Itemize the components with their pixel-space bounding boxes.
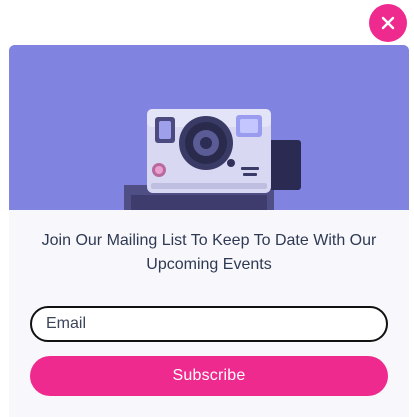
email-field-wrapper bbox=[30, 306, 388, 342]
close-button[interactable] bbox=[369, 4, 407, 42]
popup-overlay: Join Our Mailing List To Keep To Date Wi… bbox=[0, 0, 414, 417]
mailing-list-heading: Join Our Mailing List To Keep To Date Wi… bbox=[41, 232, 377, 273]
subscribe-modal: Join Our Mailing List To Keep To Date Wi… bbox=[9, 45, 409, 417]
email-field[interactable] bbox=[30, 306, 388, 342]
subscribe-button[interactable]: Subscribe bbox=[30, 356, 388, 396]
close-icon bbox=[381, 16, 395, 30]
hero-image bbox=[9, 45, 409, 210]
